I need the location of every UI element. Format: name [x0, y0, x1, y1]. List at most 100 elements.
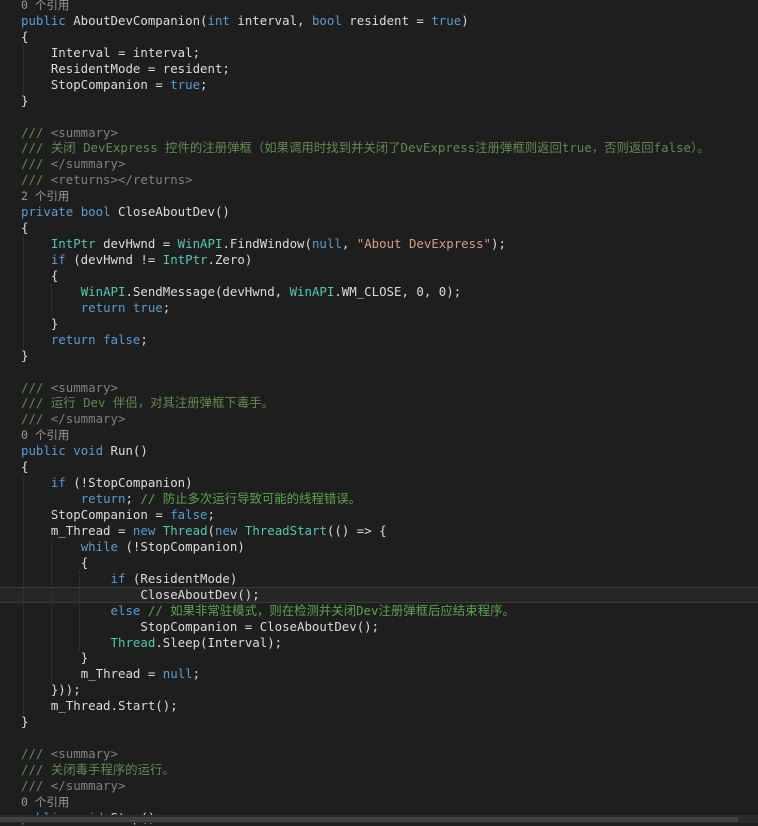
horizontal-scrollbar-thumb[interactable]: [0, 817, 738, 822]
code-token-plain: StopCompanion =: [50, 507, 171, 522]
code-token-doc: ///: [21, 172, 51, 188]
code-line[interactable]: /// <summary>: [0, 125, 758, 141]
codelens-label[interactable]: 0 个引用: [21, 428, 69, 442]
code-line[interactable]: /// 关闭 DevExpress 控件的注册弹框（如果调用时找到并关闭了Dev…: [0, 140, 758, 156]
code-token-kw: true: [431, 12, 462, 28]
code-line[interactable]: Interval = interval;: [0, 45, 758, 61]
code-line[interactable]: else // 如果非常驻模式，则在检测并关闭Dev注册弹框后应结束程序。: [0, 603, 758, 619]
code-token-plain: (() => {: [326, 522, 387, 538]
code-line[interactable]: return true;: [0, 300, 758, 316]
code-token-plain: {: [50, 267, 59, 283]
code-line[interactable]: /// <summary>: [0, 746, 758, 762]
code-line[interactable]: /// 关闭毒手程序的运行。: [0, 762, 758, 778]
code-line[interactable]: {: [0, 555, 758, 571]
code-token-ty: ThreadStart: [244, 522, 327, 538]
code-token-plain: .SendMessage(devHwnd,: [125, 283, 290, 299]
horizontal-scrollbar[interactable]: [0, 815, 758, 823]
code-line[interactable]: {: [0, 459, 758, 475]
code-token-kw: public: [21, 12, 66, 28]
code-line[interactable]: {: [0, 220, 758, 236]
code-line[interactable]: {: [0, 268, 758, 284]
code-line[interactable]: [0, 364, 758, 380]
codelens-reference-count[interactable]: 0 个引用: [0, 0, 758, 13]
code-line[interactable]: while (!StopCompanion): [0, 539, 758, 555]
code-token-doc: ///: [21, 124, 51, 140]
code-token-kw: true: [132, 299, 163, 315]
code-line[interactable]: /// <returns></returns>: [0, 172, 758, 188]
code-line[interactable]: return; // 防止多次运行导致可能的线程错误。: [0, 491, 758, 507]
code-line[interactable]: /// 运行 Dev 伴侣，对其注册弹框下毒手。: [0, 395, 758, 411]
code-token-tag: </summary>: [50, 411, 126, 427]
code-line[interactable]: StopCompanion = true;: [0, 77, 758, 93]
code-line[interactable]: /// <summary>: [0, 380, 758, 396]
code-token-kw: new: [215, 522, 238, 538]
code-token-plain: StopCompanion =: [50, 76, 171, 92]
codelens-reference-count[interactable]: 2 个引用: [0, 188, 758, 204]
code-token-kw: return: [80, 299, 126, 315]
codelens-label[interactable]: 0 个引用: [21, 0, 69, 12]
code-token-kw: return: [80, 491, 126, 507]
code-token-doc: ///: [21, 411, 51, 427]
code-line[interactable]: if (!StopCompanion): [0, 475, 758, 491]
code-token-kw: null: [162, 666, 193, 682]
code-line[interactable]: public void Run(): [0, 443, 758, 459]
code-line[interactable]: }: [0, 650, 758, 666]
code-token-plain: interval,: [229, 12, 312, 28]
code-line[interactable]: }: [0, 316, 758, 332]
code-token-kw: private: [21, 204, 74, 220]
code-editor[interactable]: 0 个引用 public AboutDevCompanion(int interv…: [0, 0, 758, 826]
codelens-label[interactable]: 0 个引用: [21, 795, 69, 809]
code-line[interactable]: ResidentMode = resident;: [0, 61, 758, 77]
code-line[interactable]: [0, 109, 758, 125]
code-line[interactable]: }));: [0, 682, 758, 698]
code-line[interactable]: if (devHwnd != IntPtr.Zero): [0, 252, 758, 268]
code-line[interactable]: public AboutDevCompanion(int interval, b…: [0, 13, 758, 29]
code-line[interactable]: StopCompanion = CloseAboutDev();: [0, 619, 758, 635]
code-token-plain: ;: [162, 299, 171, 315]
code-line[interactable]: }: [0, 714, 758, 730]
codelens-label[interactable]: 2 个引用: [21, 189, 69, 203]
code-line[interactable]: m_Thread = null;: [0, 666, 758, 682]
indent-guide: [79, 571, 81, 651]
codelens-reference-count[interactable]: 0 个引用: [0, 427, 758, 443]
code-line[interactable]: }: [0, 93, 758, 109]
code-line[interactable]: m_Thread.Start();: [0, 698, 758, 714]
code-token-kw: while: [80, 538, 118, 554]
code-line[interactable]: {: [0, 29, 758, 45]
code-token-kw: new: [132, 522, 156, 538]
code-line[interactable]: IntPtr devHwnd = WinAPI.FindWindow(null,…: [0, 236, 758, 252]
code-line[interactable]: return false;: [0, 332, 758, 348]
code-token-ty: Thread: [162, 522, 208, 538]
code-token-kw: bool: [311, 12, 342, 28]
code-line[interactable]: Thread.Sleep(Interval);: [0, 635, 758, 651]
code-token-tag: </summary>: [50, 156, 126, 172]
code-line[interactable]: /// </summary>: [0, 778, 758, 794]
code-line[interactable]: WinAPI.SendMessage(devHwnd, WinAPI.WM_CL…: [0, 284, 758, 300]
code-line[interactable]: CloseAboutDev();: [0, 586, 758, 603]
code-line[interactable]: if (ResidentMode): [0, 571, 758, 587]
code-token-kw: false: [103, 331, 141, 347]
code-line[interactable]: private bool CloseAboutDev(): [0, 204, 758, 220]
code-line[interactable]: /// </summary>: [0, 156, 758, 172]
code-line[interactable]: m_Thread = new Thread(new ThreadStart(()…: [0, 523, 758, 539]
code-token-doc: ///: [21, 379, 51, 395]
code-token-doc: ///: [21, 746, 51, 762]
code-token-plain: .FindWindow(: [222, 236, 312, 252]
code-token-plain: }: [80, 650, 89, 666]
code-line[interactable]: /// </summary>: [0, 411, 758, 427]
code-token-plain: StopCompanion = CloseAboutDev();: [140, 618, 380, 634]
code-token-doc: /// 关闭 DevExpress 控件的注册弹框（如果调用时找到并关闭了Dev…: [21, 140, 710, 156]
code-line[interactable]: [0, 730, 758, 746]
code-line[interactable]: StopCompanion = false;: [0, 507, 758, 523]
codelens-reference-count[interactable]: 0 个引用: [0, 794, 758, 810]
code-token-kw: if: [110, 570, 126, 586]
code-line[interactable]: }: [0, 348, 758, 364]
